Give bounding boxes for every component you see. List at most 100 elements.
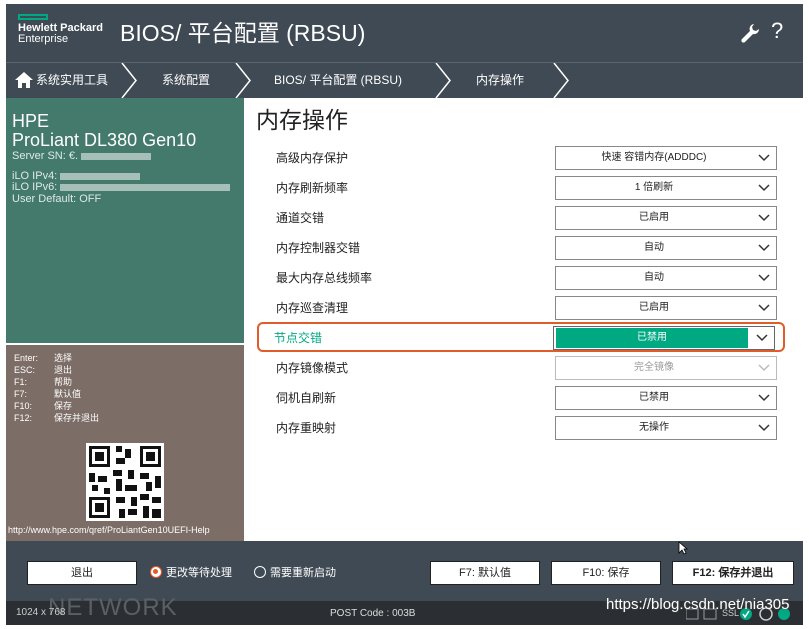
mouse-cursor-icon xyxy=(678,541,688,555)
setting-row-memory-mirroring-mode: 内存镜像模式 完全镜像 xyxy=(259,355,789,381)
setting-label: 高级内存保护 xyxy=(276,151,349,165)
f7-defaults-button[interactable]: F7: 默认值 xyxy=(430,561,540,585)
radio-on-icon xyxy=(150,566,162,578)
chevron-down-icon xyxy=(758,364,770,372)
setting-label: 内存巡查清理 xyxy=(276,301,349,315)
breadcrumb-separator xyxy=(121,63,137,98)
app-title: BIOS/ 平台配置 (RBSU) xyxy=(120,20,366,46)
reboot-required-label: 需要重新启动 xyxy=(270,567,336,579)
f12-save-exit-button[interactable]: F12: 保存并退出 xyxy=(672,561,794,585)
main-content: 内存操作 高级内存保护 快速 容错内存(ADDDC) 内存刷新频率 1 倍刷新 … xyxy=(244,98,803,541)
setting-value: 已启用 xyxy=(639,302,669,313)
setting-label: 内存刷新频率 xyxy=(276,181,349,195)
blog-watermark: https://blog.csdn.net/nia305 xyxy=(606,596,790,613)
redacted-ipv6 xyxy=(60,183,231,191)
page-title: 内存操作 xyxy=(256,107,348,133)
breadcrumb-separator xyxy=(435,63,451,98)
setting-row-max-memory-bus-frequency[interactable]: 最大内存总线频率 自动 xyxy=(259,265,789,291)
setting-dropdown[interactable]: 已启用 xyxy=(555,206,777,230)
key-help-f10: F10: 保存 xyxy=(14,401,73,411)
breadcrumb-system-utilities[interactable]: 系统实用工具 xyxy=(36,63,108,98)
chevron-down-icon xyxy=(758,244,770,252)
chevron-down-icon xyxy=(758,424,770,432)
breadcrumb-separator xyxy=(553,63,569,98)
hpe-logo-bar xyxy=(18,14,48,20)
key-help-f1: F1: 帮助 xyxy=(14,377,73,387)
setting-label: 内存重映射 xyxy=(276,421,337,435)
ilo-ipv6: iLO IPv6: xyxy=(12,181,231,193)
setting-label: 最大内存总线频率 xyxy=(276,271,373,285)
setting-row-advanced-memory-protection[interactable]: 高级内存保护 快速 容错内存(ADDDC) xyxy=(259,145,789,171)
setting-label: 伺机自刷新 xyxy=(276,391,337,405)
exit-button[interactable]: 退出 xyxy=(27,561,137,585)
reboot-required-indicator: 需要重新启动 xyxy=(254,566,336,580)
chevron-down-icon xyxy=(758,214,770,222)
key-help-enter: Enter: 选择 xyxy=(14,353,73,363)
server-serial: Server SN: €. xyxy=(12,150,152,162)
setting-dropdown[interactable]: 已禁用 xyxy=(553,326,775,350)
post-code-text: POST Code : 003B xyxy=(330,608,416,619)
setting-value: 1 倍刷新 xyxy=(634,182,674,193)
chevron-down-icon xyxy=(758,394,770,402)
help-url-link[interactable]: http://www.hpe.com/qref/ProLiantGen10UEF… xyxy=(8,525,210,535)
f10-save-button[interactable]: F10: 保存 xyxy=(551,561,661,585)
home-icon[interactable] xyxy=(14,71,34,89)
setting-dropdown[interactable]: 无操作 xyxy=(555,416,777,440)
setting-dropdown[interactable]: 自动 xyxy=(555,266,777,290)
hpe-logo: Hewlett Packard Enterprise xyxy=(18,14,114,54)
setting-dropdown[interactable]: 已禁用 xyxy=(555,386,777,410)
key-help-f7: F7: 默认值 xyxy=(14,389,82,399)
help-icon[interactable]: ? xyxy=(771,18,783,44)
header-bar: Hewlett Packard Enterprise BIOS/ 平台配置 (R… xyxy=(6,4,803,62)
breadcrumb: 系统实用工具 系统配置 BIOS/ 平台配置 (RBSU) 内存操作 xyxy=(6,62,803,98)
setting-value: 无操作 xyxy=(639,422,669,433)
setting-dropdown[interactable]: 快速 容错内存(ADDDC) xyxy=(555,146,777,170)
wrench-icon[interactable] xyxy=(740,22,760,44)
footer-bar: 退出 更改等待处理 需要重新启动 F7: 默认值 F10: 保存 F12: 保存… xyxy=(6,541,803,601)
chevron-down-icon xyxy=(758,274,770,282)
qr-code xyxy=(86,443,164,521)
breadcrumb-system-config[interactable]: 系统配置 xyxy=(162,63,210,98)
setting-value: 已禁用 xyxy=(639,392,669,403)
key-help-esc: ESC: 退出 xyxy=(14,365,73,375)
setting-value: 完全镜像 xyxy=(634,362,674,373)
setting-dropdown[interactable]: 自动 xyxy=(555,236,777,260)
key-help-panel: Enter: 选择 ESC: 退出 F1: 帮助 F7: 默认值 F10: 保存 F12:… xyxy=(6,345,244,541)
chevron-down-icon xyxy=(758,304,770,312)
key-help-f12: F12: 保存并退出 xyxy=(14,413,100,423)
breadcrumb-bios-rbsu[interactable]: BIOS/ 平台配置 (RBSU) xyxy=(274,63,402,98)
serial-label: Server SN: xyxy=(12,150,66,162)
setting-value: 快速 容错内存(ADDDC) xyxy=(601,152,707,163)
setting-row-channel-interleaving[interactable]: 通道交错 已启用 xyxy=(259,205,789,231)
network-watermark: NETWORK xyxy=(48,594,178,621)
setting-label: 节点交错 xyxy=(274,331,323,345)
setting-value: 自动 xyxy=(644,272,664,283)
setting-row-memory-remap[interactable]: 内存重映射 无操作 xyxy=(259,415,789,441)
setting-dropdown[interactable]: 1 倍刷新 xyxy=(555,176,777,200)
setting-row-memory-patrol-scrubbing[interactable]: 内存巡查清理 已启用 xyxy=(259,295,789,321)
setting-row-node-interleaving[interactable]: 节点交错 已禁用 xyxy=(257,322,785,352)
setting-label: 内存镜像模式 xyxy=(276,361,349,375)
redacted-serial xyxy=(81,152,152,160)
chevron-down-icon xyxy=(756,334,768,342)
breadcrumb-memory-ops: 内存操作 xyxy=(476,73,525,87)
redacted-ipv4 xyxy=(60,172,141,180)
server-info-panel: HPE ProLiant DL380 Gen10 Server SN: €. i… xyxy=(6,98,244,344)
breadcrumb-separator xyxy=(235,63,251,98)
setting-dropdown[interactable]: 已启用 xyxy=(555,296,777,320)
server-brand: HPE xyxy=(12,111,50,131)
logo-line2: Enterprise xyxy=(18,33,69,45)
server-model: ProLiant DL380 Gen10 xyxy=(12,130,197,150)
setting-row-memory-refresh-rate[interactable]: 内存刷新频率 1 倍刷新 xyxy=(259,175,789,201)
bios-window: Hewlett Packard Enterprise BIOS/ 平台配置 (R… xyxy=(0,0,809,629)
setting-row-opportunistic-self-refresh[interactable]: 伺机自刷新 已禁用 xyxy=(259,385,789,411)
setting-row-memory-controller-interleaving[interactable]: 内存控制器交错 自动 xyxy=(259,235,789,261)
chevron-down-icon xyxy=(758,184,770,192)
radio-off-icon xyxy=(254,566,266,578)
setting-label: 通道交错 xyxy=(276,211,325,225)
changes-pending-label: 更改等待处理 xyxy=(166,567,232,579)
setting-value: 自动 xyxy=(644,242,664,253)
user-default: User Default: OFF xyxy=(12,193,102,205)
ilo6-label: iLO IPv6: xyxy=(12,181,58,193)
setting-value: 已禁用 xyxy=(556,328,748,348)
